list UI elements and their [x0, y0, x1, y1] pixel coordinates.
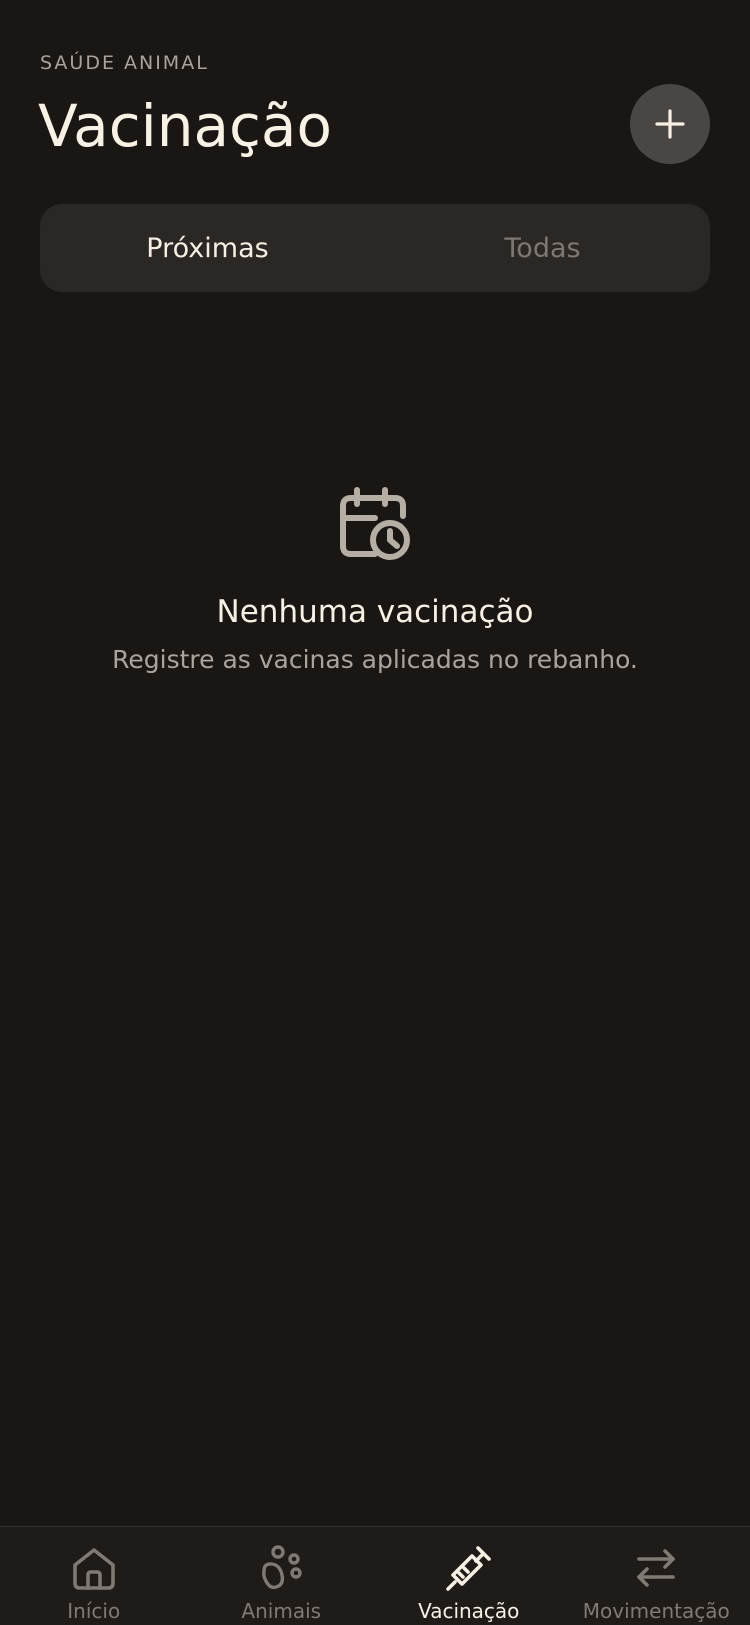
- plus-icon: [653, 107, 687, 141]
- segment-todas[interactable]: Todas: [375, 204, 710, 292]
- calendar-clock-icon: [337, 484, 413, 564]
- transfer-arrows-icon: [631, 1543, 681, 1593]
- tab-animais[interactable]: Animais: [188, 1527, 376, 1625]
- home-icon: [69, 1543, 119, 1593]
- empty-state: Nenhuma vacinação Registre as vacinas ap…: [0, 484, 750, 680]
- tab-vacinacao-label: Vacinação: [418, 1597, 519, 1625]
- bottom-tab-bar: Início Animais: [0, 1526, 750, 1625]
- paw-icon: [256, 1543, 306, 1593]
- empty-state-subtitle: Registre as vacinas aplicadas no rebanho…: [0, 640, 750, 680]
- syringe-icon: [444, 1543, 494, 1593]
- tab-movimentacao[interactable]: Movimentação: [563, 1527, 750, 1625]
- tab-inicio[interactable]: Início: [0, 1527, 188, 1625]
- section-eyebrow: SAÚDE ANIMAL: [40, 50, 209, 76]
- empty-state-title: Nenhuma vacinação: [0, 590, 750, 634]
- tab-vacinacao[interactable]: Vacinação: [375, 1527, 563, 1625]
- segment-proximas[interactable]: Próximas: [40, 204, 375, 292]
- tab-movimentacao-label: Movimentação: [583, 1597, 730, 1625]
- filter-segmented-control: Próximas Todas: [40, 204, 710, 292]
- tab-animais-label: Animais: [241, 1597, 321, 1625]
- add-vaccination-button[interactable]: [630, 84, 710, 164]
- tab-inicio-label: Início: [67, 1597, 120, 1625]
- page-title: Vacinação: [38, 88, 332, 164]
